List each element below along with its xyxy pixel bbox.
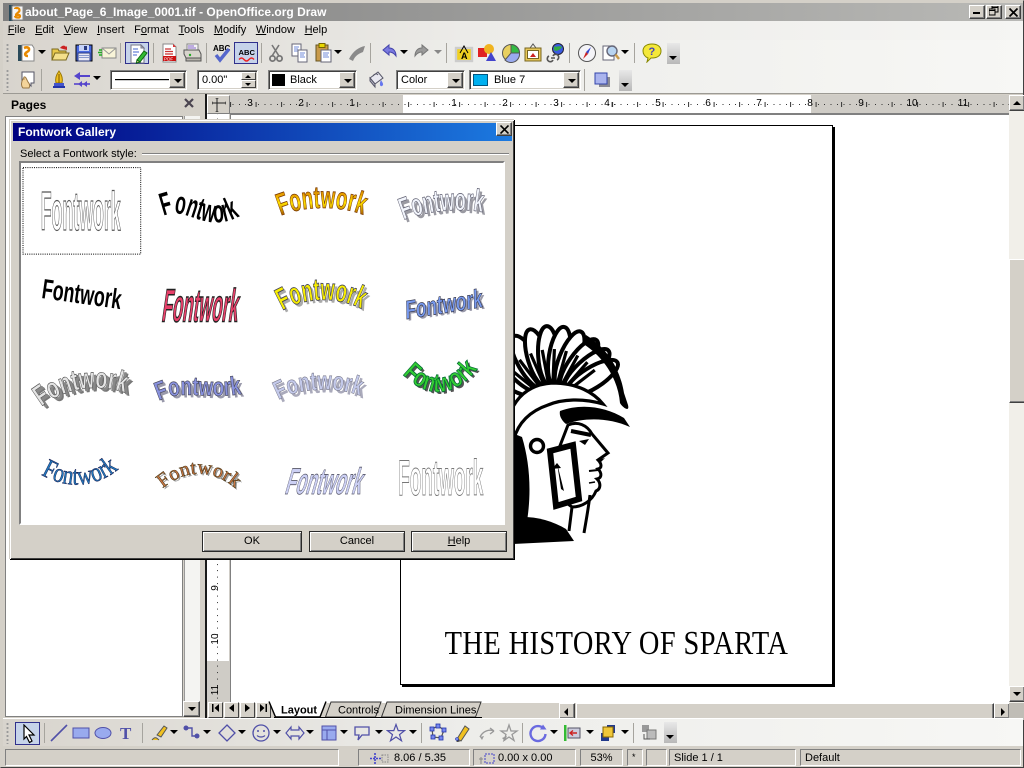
svg-text:Fontwork: Fontwork [150,370,243,406]
svg-text:Fontwork: Fontwork [398,450,483,506]
svg-text:T: T [120,724,132,743]
svg-text:Fontwork: Fontwork [282,461,370,502]
svg-text:?: ? [649,46,656,58]
svg-text:Fontwork: Fontwork [38,450,122,491]
svg-text:Fontwork: Fontwork [155,184,243,229]
svg-text:Fontwork: Fontwork [40,273,124,315]
svg-text:Dimension Lines: Dimension Lines [395,705,477,717]
svg-text:Fontwork: Fontwork [41,180,121,242]
svg-text:PDF: PDF [164,56,173,61]
svg-text:Controls: Controls [338,705,379,717]
svg-text:Fontwork: Fontwork [159,280,243,332]
svg-text:Fontwork: Fontwork [398,353,482,399]
svg-text:Fontwork: Fontwork [270,272,373,317]
svg-text:ABC: ABC [239,48,256,57]
svg-text:A: A [461,51,468,61]
svg-text:Fontwork: Fontwork [271,180,372,222]
svg-text:Fontwork: Fontwork [268,366,367,406]
svg-text:Layout: Layout [281,705,317,717]
svg-text:Fontwork: Fontwork [405,283,483,325]
